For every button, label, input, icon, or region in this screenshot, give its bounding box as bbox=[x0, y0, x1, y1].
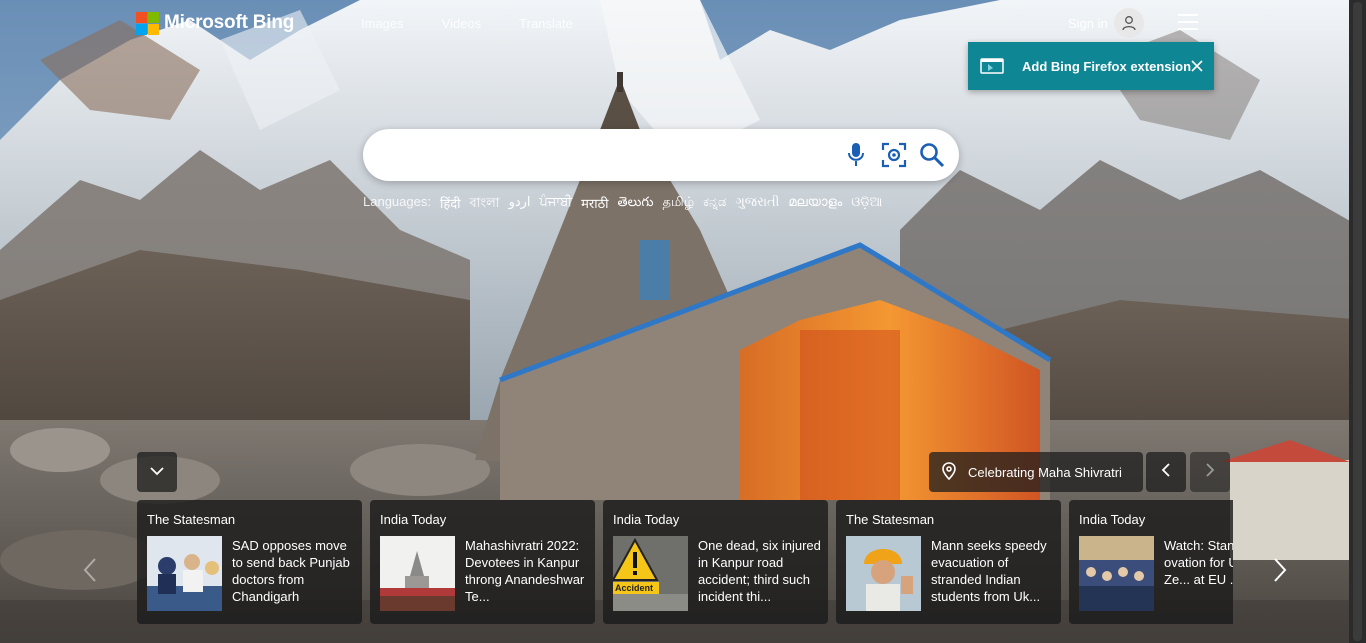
news-card[interactable]: The Statesman Mann seeks speedy evacuati… bbox=[836, 500, 1061, 624]
news-headline: One dead, six injured in Kanpur road acc… bbox=[698, 538, 821, 604]
location-pin-icon bbox=[942, 461, 956, 483]
chevron-left-icon bbox=[1161, 462, 1171, 483]
news-source: India Today bbox=[613, 512, 680, 527]
visual-search-icon[interactable] bbox=[881, 141, 907, 169]
language-link-telugu[interactable]: తెలుగు bbox=[618, 194, 654, 215]
news-headline: SAD opposes move to send back Punjab doc… bbox=[232, 538, 350, 604]
language-link-urdu[interactable]: اردو bbox=[509, 194, 531, 215]
languages-bar: Languages: हिंदी বাংলা اردو ਪੰਜਾਬੀ मराठी… bbox=[363, 194, 882, 215]
top-navigation: Images Videos Translate bbox=[361, 16, 573, 31]
user-icon bbox=[1113, 8, 1144, 38]
close-icon[interactable] bbox=[1190, 59, 1204, 73]
nav-translate-link[interactable]: Translate bbox=[519, 16, 573, 31]
accident-label: Accident bbox=[615, 583, 654, 593]
chevron-right-icon bbox=[1273, 557, 1287, 588]
languages-label: Languages: bbox=[363, 194, 431, 209]
language-link-odia[interactable]: ଓଡ଼ିଆ bbox=[851, 194, 882, 215]
search-icon[interactable] bbox=[919, 141, 945, 169]
language-link-bengali[interactable]: বাংলা bbox=[470, 194, 500, 215]
nav-images-link[interactable]: Images bbox=[361, 16, 404, 31]
microphone-icon[interactable] bbox=[843, 141, 869, 169]
news-source: The Statesman bbox=[147, 512, 236, 527]
news-card[interactable]: India Today Mahashivratri 2022: Devotees… bbox=[370, 500, 595, 624]
news-source: India Today bbox=[380, 512, 447, 527]
language-link-malayalam[interactable]: മലയാളം bbox=[788, 194, 842, 215]
bing-logo[interactable]: Microsoft Bing bbox=[136, 10, 294, 36]
brand-name: Microsoft Bing bbox=[164, 12, 295, 33]
news-thumbnail bbox=[147, 536, 222, 611]
news-thumbnail: Accident bbox=[613, 536, 688, 611]
next-image-button[interactable] bbox=[1190, 452, 1230, 492]
language-link-hindi[interactable]: हिंदी bbox=[440, 194, 461, 215]
language-link-gujarati[interactable]: ગુજરાતી bbox=[735, 194, 779, 215]
chevron-left-icon bbox=[83, 557, 97, 588]
search-box bbox=[363, 129, 959, 181]
scrollbar-thumb[interactable] bbox=[1353, 2, 1362, 641]
news-next-button[interactable] bbox=[1268, 556, 1292, 588]
chevron-right-icon bbox=[1205, 462, 1215, 483]
chevron-down-icon bbox=[149, 463, 165, 481]
news-headline: Mahashivratri 2022: Devotees in Kanpur t… bbox=[465, 538, 585, 604]
news-previous-button[interactable] bbox=[78, 556, 102, 588]
news-thumbnail bbox=[380, 536, 455, 611]
microsoft-logo-icon bbox=[136, 11, 159, 35]
search-input[interactable] bbox=[385, 143, 835, 167]
language-link-kannada[interactable]: ಕನ್ನಡ bbox=[703, 194, 726, 215]
extension-banner[interactable]: Add Bing Firefox extension bbox=[968, 42, 1214, 90]
news-card[interactable]: India Today Accident One dead, six injur… bbox=[603, 500, 828, 624]
extension-banner-text: Add Bing Firefox extension bbox=[1022, 58, 1192, 74]
nav-videos-link[interactable]: Videos bbox=[442, 16, 482, 31]
news-headline: Mann seeks speedy evacuation of stranded… bbox=[931, 538, 1047, 604]
sign-in-button[interactable]: Sign in bbox=[1068, 8, 1144, 38]
news-thumbnail bbox=[1079, 536, 1154, 611]
hamburger-icon[interactable] bbox=[1178, 14, 1198, 30]
previous-image-button[interactable] bbox=[1146, 452, 1186, 492]
news-card[interactable]: The Statesman SAD opposes move to send b… bbox=[137, 500, 362, 624]
news-headline: Watch: Standing ovation for Ukraine's Ze… bbox=[1164, 538, 1233, 587]
language-link-tamil[interactable]: தமிழ் bbox=[662, 194, 694, 215]
image-caption[interactable]: Celebrating Maha Shivratri bbox=[929, 452, 1143, 492]
news-card[interactable]: India Today Watch: Standing ovation for … bbox=[1069, 500, 1233, 624]
news-carousel: The Statesman SAD opposes move to send b… bbox=[137, 500, 1233, 624]
language-link-punjabi[interactable]: ਪੰਜਾਬੀ bbox=[540, 194, 573, 215]
vertical-scrollbar[interactable] bbox=[1349, 0, 1366, 643]
expand-feed-button[interactable] bbox=[137, 452, 177, 492]
sign-in-label: Sign in bbox=[1068, 15, 1108, 31]
news-source: India Today bbox=[1079, 512, 1146, 527]
extension-icon bbox=[980, 57, 1004, 75]
image-caption-text: Celebrating Maha Shivratri bbox=[968, 464, 1122, 480]
news-source: The Statesman bbox=[846, 512, 935, 527]
language-link-marathi[interactable]: मराठी bbox=[581, 194, 608, 215]
news-thumbnail bbox=[846, 536, 921, 611]
